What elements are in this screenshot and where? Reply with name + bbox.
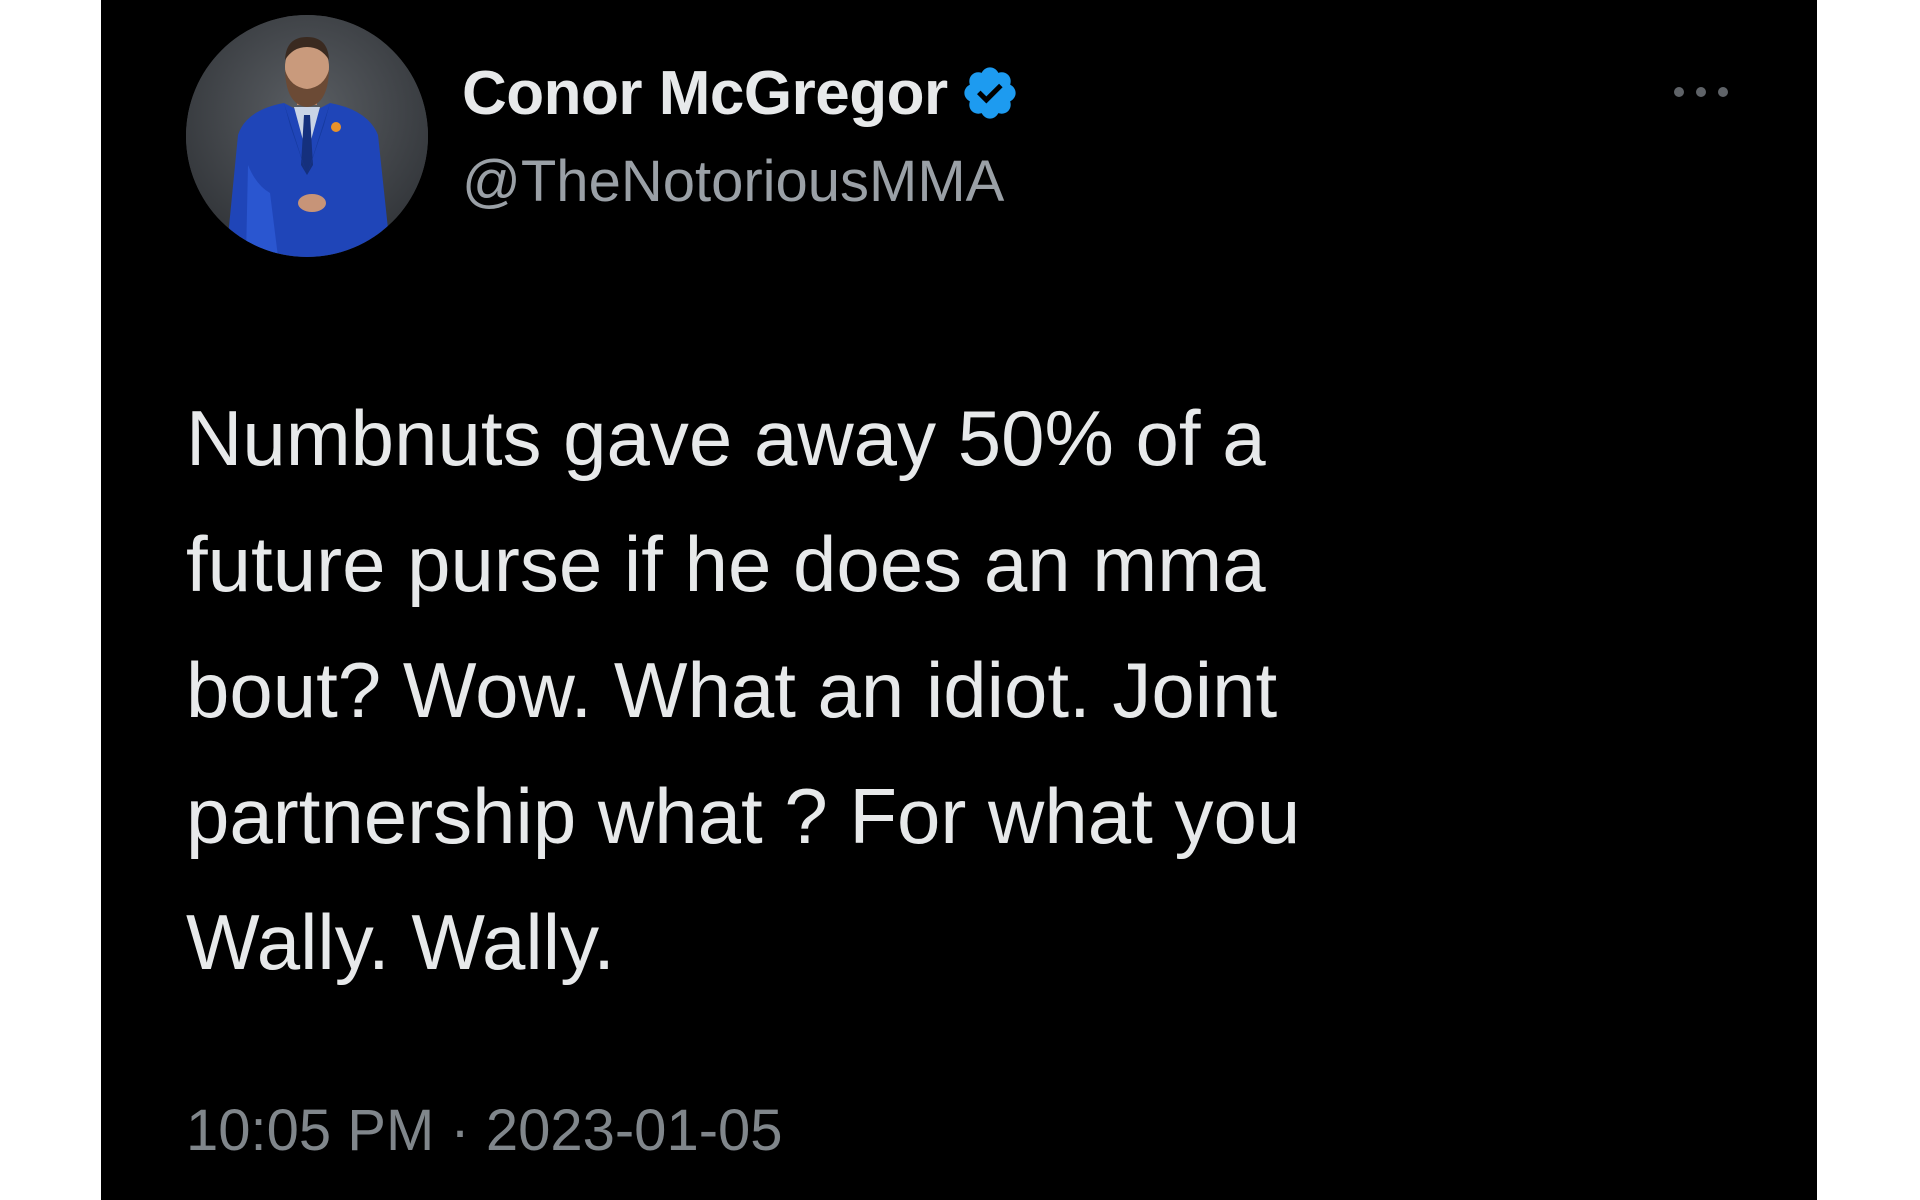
author-display-name[interactable]: Conor McGregor bbox=[462, 58, 948, 129]
tweet-time: 10:05 PM bbox=[186, 1098, 435, 1163]
more-horizontal-icon bbox=[1674, 87, 1728, 97]
avatar-image bbox=[186, 15, 428, 257]
tweet-card: Conor McGregor @TheNotoriousMMA Numbnuts… bbox=[101, 0, 1817, 1200]
tweet-timestamp[interactable]: 10:05 PM · 2023-01-05 bbox=[186, 1097, 783, 1164]
author-handle[interactable]: @TheNotoriousMMA bbox=[462, 148, 1004, 215]
author-name-row: Conor McGregor bbox=[462, 58, 1020, 128]
more-options-button[interactable] bbox=[1661, 72, 1741, 112]
tweet-date: 2023-01-05 bbox=[485, 1098, 783, 1163]
timestamp-separator: · bbox=[450, 1098, 470, 1163]
tweet-text: Numbnuts gave away 50% of a future purse… bbox=[186, 394, 1301, 986]
verified-badge-icon bbox=[960, 63, 1020, 123]
avatar[interactable] bbox=[186, 15, 428, 257]
